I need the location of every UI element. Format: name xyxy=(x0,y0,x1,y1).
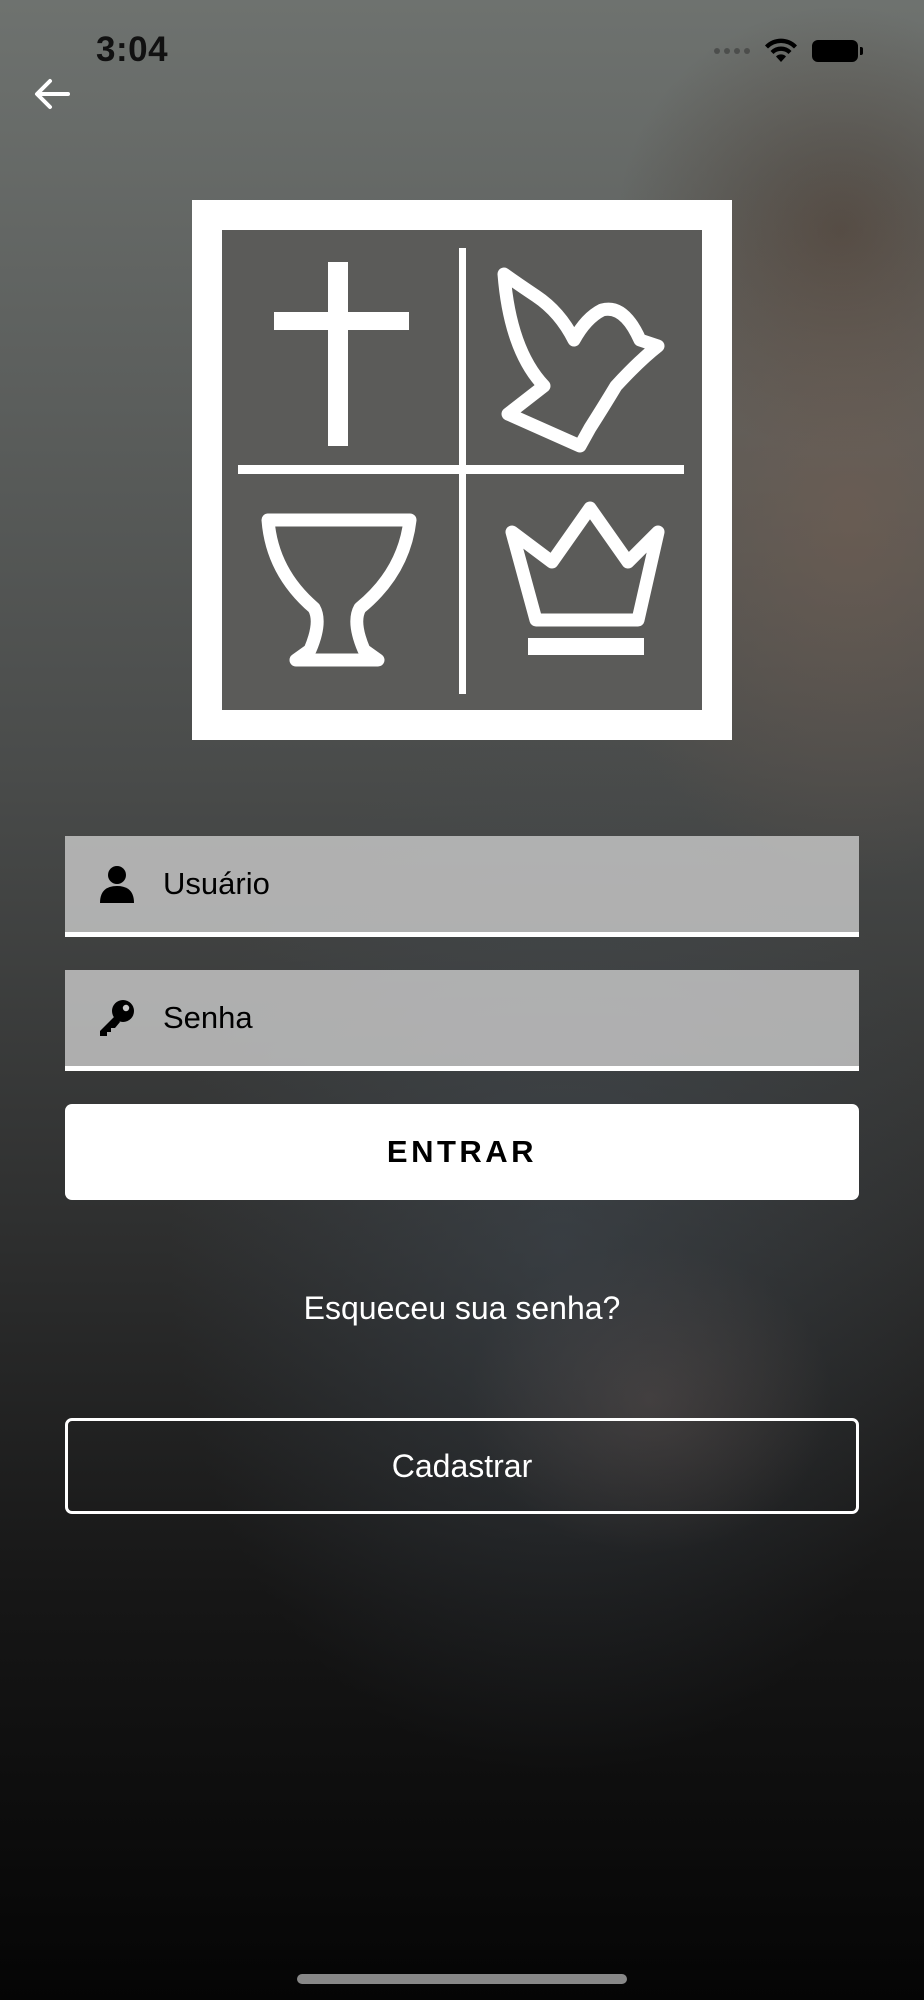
church-logo xyxy=(192,200,732,740)
arrow-left-icon xyxy=(35,79,70,109)
key-icon xyxy=(97,998,137,1038)
register-button[interactable]: Cadastrar xyxy=(65,1418,859,1514)
wifi-icon xyxy=(765,38,797,62)
username-field[interactable] xyxy=(65,836,859,937)
user-icon xyxy=(97,864,137,904)
login-button[interactable]: ENTRAR xyxy=(65,1104,859,1200)
forgot-password-link[interactable]: Esqueceu sua senha? xyxy=(0,1290,924,1327)
status-indicators xyxy=(714,38,863,64)
home-indicator[interactable] xyxy=(297,1974,627,1984)
signal-icon xyxy=(714,48,750,54)
status-time: 3:04 xyxy=(96,30,169,69)
battery-icon xyxy=(812,40,863,62)
back-button[interactable] xyxy=(28,70,76,118)
login-screen: 3:04 Usuário ENTRAR Esqueceu sua senha? … xyxy=(0,0,924,2000)
password-field[interactable] xyxy=(65,970,859,1071)
username-input[interactable] xyxy=(161,865,765,903)
password-input[interactable] xyxy=(161,999,765,1037)
